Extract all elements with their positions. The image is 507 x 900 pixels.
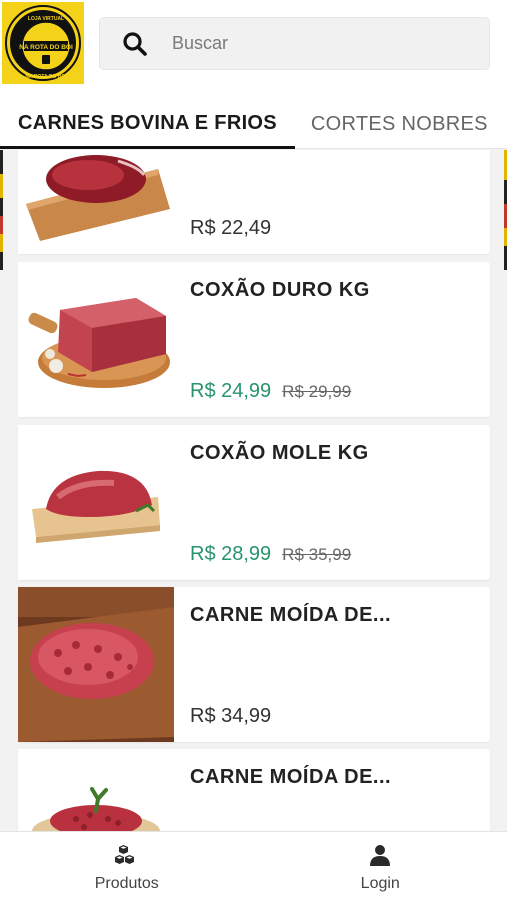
tab-carnes-bovina-e-frios[interactable]: CARNES BOVINA E FRIOS [0,100,295,149]
user-icon [370,845,391,866]
logo-badge: NA ROTA DO BOI LOJA VIRTUAL NA ROTA DO B… [5,5,81,81]
logo-graphic: NA ROTA DO BOI LOJA VIRTUAL NA ROTA DO B… [19,16,73,80]
svg-text:NA ROTA DO BOI: NA ROTA DO BOI [19,44,73,51]
nav-produtos-label: Produtos [94,875,159,892]
tab-cortes-nobres[interactable]: CORTES NOBRES [295,100,504,149]
price-group: R$ 34,99 [190,705,271,728]
bottom-navigation: Produtos Login [0,831,507,900]
product-card[interactable]: COXÃO DURO KG R$ 24,99 R$ 29,99 [18,262,490,417]
svg-text:LOJA VIRTUAL: LOJA VIRTUAL [28,16,64,22]
search-icon[interactable] [122,31,148,57]
nav-login-label: Login [360,875,400,892]
product-name: COXÃO DURO KG [190,279,370,301]
product-price: R$ 22,49 [190,217,272,239]
category-tabs: CARNES BOVINA E FRIOS CORTES NOBRES [0,100,507,149]
price-group: R$ 28,99 R$ 35,99 [190,543,351,566]
product-image [18,262,174,417]
product-card[interactable]: CARNE MOÍDA DE... [18,749,490,831]
product-old-price: R$ 29,99 [282,382,352,401]
product-name: COXÃO MOLE KG [190,442,369,464]
product-list[interactable]: R$ 22,49 COXÃO DURO KG R$ 24,99 R$ 29,99 [0,150,507,831]
product-image [18,587,174,742]
product-image [18,425,174,580]
nav-login[interactable]: Login [254,832,507,900]
product-card[interactable]: COXÃO MOLE KG R$ 28,99 R$ 35,99 [18,425,490,580]
product-name: CARNE MOÍDA DE... [190,766,392,788]
nav-produtos[interactable]: Produtos [0,832,254,900]
store-logo[interactable]: NA ROTA DO BOI LOJA VIRTUAL NA ROTA DO B… [2,2,84,84]
cubes-icon [114,845,134,864]
product-card[interactable]: R$ 22,49 [18,150,490,254]
header: NA ROTA DO BOI LOJA VIRTUAL NA ROTA DO B… [0,0,507,100]
search-bar[interactable] [99,17,490,70]
search-input[interactable] [172,33,472,54]
product-card[interactable]: CARNE MOÍDA DE... R$ 34,99 [18,587,490,742]
product-name: CARNE MOÍDA DE... [190,604,392,626]
price-group: R$ 24,99 R$ 29,99 [190,380,351,403]
product-image [18,150,174,254]
product-image [18,749,174,831]
product-price: R$ 28,99 [190,543,272,565]
svg-text:NA ROTA DO BOI: NA ROTA DO BOI [25,74,67,80]
price-group: R$ 22,49 [190,217,271,240]
product-price: R$ 34,99 [190,705,272,727]
product-price: R$ 24,99 [190,380,272,402]
product-old-price: R$ 35,99 [282,545,352,564]
